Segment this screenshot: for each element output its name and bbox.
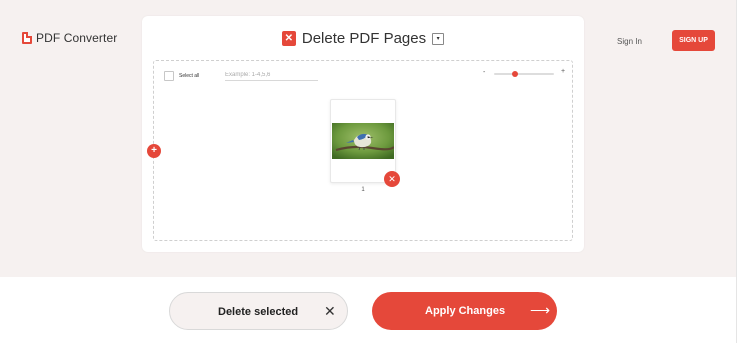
chevron-down-icon[interactable]: ▾ xyxy=(432,32,445,45)
apply-changes-button[interactable]: Apply Changes ⟶ xyxy=(372,292,557,330)
zoom-slider-thumb[interactable] xyxy=(512,71,518,77)
sign-up-button[interactable]: SIGN UP xyxy=(672,30,715,51)
add-page-button[interactable]: + xyxy=(147,144,161,158)
select-all-label[interactable]: Select all xyxy=(179,73,199,79)
arrow-right-icon: ⟶ xyxy=(530,302,551,318)
apply-changes-label: Apply Changes xyxy=(425,305,506,317)
select-all-checkbox[interactable] xyxy=(164,71,174,81)
zoom-in-icon[interactable]: + xyxy=(561,68,565,75)
page-title: Delete PDF Pages xyxy=(301,30,427,47)
delete-selected-button[interactable]: Delete selected ✕ xyxy=(169,292,348,330)
logo-text: PDF Converter xyxy=(36,31,118,45)
page-number-label: 1 xyxy=(361,187,365,193)
tool-title-row[interactable]: ✕ Delete PDF Pages ▾ xyxy=(142,30,584,47)
zoom-out-icon[interactable]: - xyxy=(483,69,485,76)
delete-selected-label: Delete selected xyxy=(218,306,299,318)
bird-photo-thumbnail xyxy=(332,123,394,159)
zoom-slider[interactable] xyxy=(494,71,554,77)
close-icon: ✕ xyxy=(324,303,336,319)
page-range-input[interactable] xyxy=(225,70,318,81)
logo[interactable]: PDF Converter xyxy=(22,31,117,45)
delete-tool-icon: ✕ xyxy=(281,31,296,46)
sign-in-link[interactable]: Sign In xyxy=(617,37,642,46)
remove-page-button[interactable]: ✕ xyxy=(384,171,400,187)
document-icon xyxy=(22,32,32,44)
